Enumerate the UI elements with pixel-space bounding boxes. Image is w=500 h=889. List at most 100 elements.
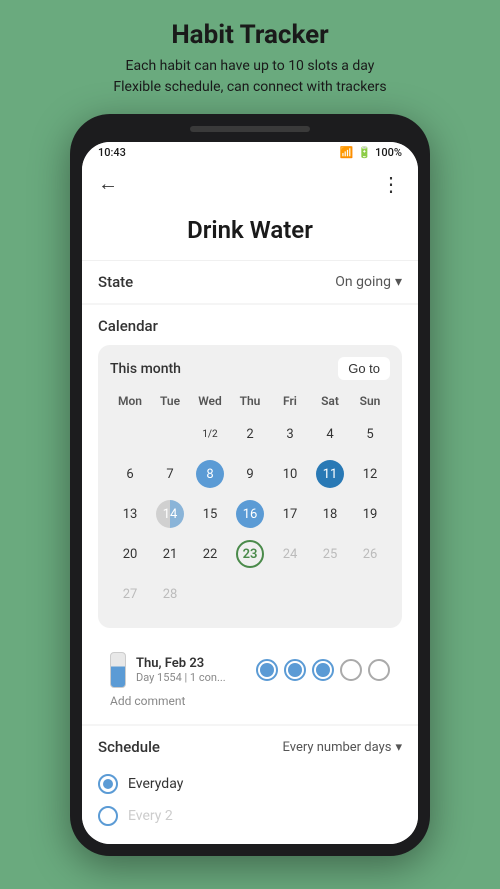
cal-day-12[interactable]: 12	[350, 456, 390, 492]
state-value-text: On going	[335, 274, 391, 290]
cal-week-2: 6 7 8 9 10 11 12	[110, 456, 390, 492]
top-nav: ← ⋮	[82, 163, 418, 204]
calendar-grid: Mon Tue Wed Thu Fri Sat Sun 1/2 2	[110, 390, 390, 612]
schedule-section: Schedule Every number days ▾ Everyday Ev…	[82, 726, 418, 844]
cal-day-empty	[190, 576, 230, 612]
cal-day-13[interactable]: 13	[110, 496, 150, 532]
cal-week-1: 1/2 2 3 4 5	[110, 416, 390, 452]
cal-day-16[interactable]: 16	[230, 496, 270, 532]
day-header-sat: Sat	[310, 390, 350, 412]
day-entry-info: Thu, Feb 23 Day 1554 | 1 con...	[136, 656, 246, 684]
every2-label: Every 2	[128, 808, 173, 824]
cal-day-23-today[interactable]: 23	[230, 536, 270, 572]
cal-day-28[interactable]: 28	[150, 576, 190, 612]
cal-day-empty	[110, 416, 150, 452]
schedule-value-text: Every number days	[283, 740, 392, 755]
schedule-every2-option[interactable]: Every 2	[98, 800, 402, 832]
dot-1[interactable]	[256, 659, 278, 681]
cal-day-25[interactable]: 25	[310, 536, 350, 572]
cal-day-1-2[interactable]: 1/2	[190, 416, 230, 452]
schedule-dropdown[interactable]: Every number days ▾	[283, 740, 403, 755]
day-header-thu: Thu	[230, 390, 270, 412]
day-entry-sub: Day 1554 | 1 con...	[136, 671, 246, 684]
water-level-icon	[110, 652, 126, 688]
cal-day-8[interactable]: 8	[190, 456, 230, 492]
day-header-wed: Wed	[190, 390, 230, 412]
schedule-everyday-option[interactable]: Everyday	[98, 768, 402, 800]
day-header-fri: Fri	[270, 390, 310, 412]
cal-day-empty	[270, 576, 310, 612]
cal-day-10[interactable]: 10	[270, 456, 310, 492]
state-dropdown[interactable]: On going ▾	[335, 274, 402, 290]
status-time: 10:43	[98, 146, 126, 159]
cal-day-empty	[150, 416, 190, 452]
state-chevron-icon: ▾	[395, 274, 402, 290]
cal-day-3[interactable]: 3	[270, 416, 310, 452]
cal-day-20[interactable]: 20	[110, 536, 150, 572]
month-label: This month	[110, 361, 181, 377]
everyday-label: Everyday	[128, 776, 183, 792]
calendar-section: Calendar This month Go to Mon Tue Wed Th…	[82, 305, 418, 724]
dot-2[interactable]	[284, 659, 306, 681]
cal-day-4[interactable]: 4	[310, 416, 350, 452]
cal-day-9[interactable]: 9	[230, 456, 270, 492]
every2-radio[interactable]	[98, 806, 118, 826]
day-entry-header: Thu, Feb 23 Day 1554 | 1 con...	[110, 652, 390, 688]
header-section: Habit Tracker Each habit can have up to …	[93, 20, 406, 98]
calendar-header: This month Go to	[110, 357, 390, 380]
cal-day-27[interactable]: 27	[110, 576, 150, 612]
cal-day-2[interactable]: 2	[230, 416, 270, 452]
cal-day-7[interactable]: 7	[150, 456, 190, 492]
cal-week-4: 20 21 22 23 24 25 26	[110, 536, 390, 572]
cal-day-19[interactable]: 19	[350, 496, 390, 532]
app-subtitle: Each habit can have up to 10 slots a day…	[113, 56, 386, 98]
cal-day-15[interactable]: 15	[190, 496, 230, 532]
everyday-radio[interactable]	[98, 774, 118, 794]
cal-day-empty	[230, 576, 270, 612]
day-entry-date: Thu, Feb 23	[136, 656, 246, 671]
dot-3[interactable]	[312, 659, 334, 681]
cal-day-11[interactable]: 11	[310, 456, 350, 492]
day-header-mon: Mon	[110, 390, 150, 412]
cal-day-empty	[310, 576, 350, 612]
schedule-chevron-icon: ▾	[395, 740, 402, 755]
cal-day-14[interactable]: 14	[150, 496, 190, 532]
signal-icon: 📶	[340, 146, 354, 159]
schedule-label: Schedule	[98, 738, 160, 756]
cal-day-6[interactable]: 6	[110, 456, 150, 492]
add-comment-button[interactable]: Add comment	[110, 694, 390, 708]
cal-day-empty	[350, 576, 390, 612]
day-header-tue: Tue	[150, 390, 190, 412]
battery-icon: 🔋	[357, 146, 371, 159]
calendar-day-headers: Mon Tue Wed Thu Fri Sat Sun	[110, 390, 390, 412]
schedule-header: Schedule Every number days ▾	[98, 738, 402, 756]
phone-screen: 10:43 📶 🔋 100% ← ⋮ Drink Water State On …	[82, 142, 418, 844]
day-dots	[256, 659, 390, 681]
cal-day-26[interactable]: 26	[350, 536, 390, 572]
app-title: Habit Tracker	[113, 20, 386, 50]
cal-day-18[interactable]: 18	[310, 496, 350, 532]
dot-4[interactable]	[340, 659, 362, 681]
cal-week-5: 27 28	[110, 576, 390, 612]
state-label: State	[98, 273, 133, 291]
phone-frame: 10:43 📶 🔋 100% ← ⋮ Drink Water State On …	[70, 114, 430, 856]
cal-day-17[interactable]: 17	[270, 496, 310, 532]
calendar-card: This month Go to Mon Tue Wed Thu Fri Sat…	[98, 345, 402, 628]
cal-day-24[interactable]: 24	[270, 536, 310, 572]
cal-week-3: 13 14 15 16 17 18 19	[110, 496, 390, 532]
battery-level: 100%	[375, 146, 402, 159]
status-bar: 10:43 📶 🔋 100%	[82, 142, 418, 163]
day-entry-section: Thu, Feb 23 Day 1554 | 1 con... Add comm…	[98, 640, 402, 720]
cal-day-22[interactable]: 22	[190, 536, 230, 572]
cal-day-21[interactable]: 21	[150, 536, 190, 572]
goto-button[interactable]: Go to	[338, 357, 390, 380]
page-title: Drink Water	[82, 204, 418, 260]
calendar-label: Calendar	[98, 317, 402, 335]
back-button[interactable]: ←	[98, 171, 118, 196]
state-row: State On going ▾	[82, 260, 418, 303]
status-bar-right: 📶 🔋 100%	[340, 146, 402, 159]
cal-day-5[interactable]: 5	[350, 416, 390, 452]
day-header-sun: Sun	[350, 390, 390, 412]
more-button[interactable]: ⋮	[381, 172, 402, 196]
dot-5[interactable]	[368, 659, 390, 681]
